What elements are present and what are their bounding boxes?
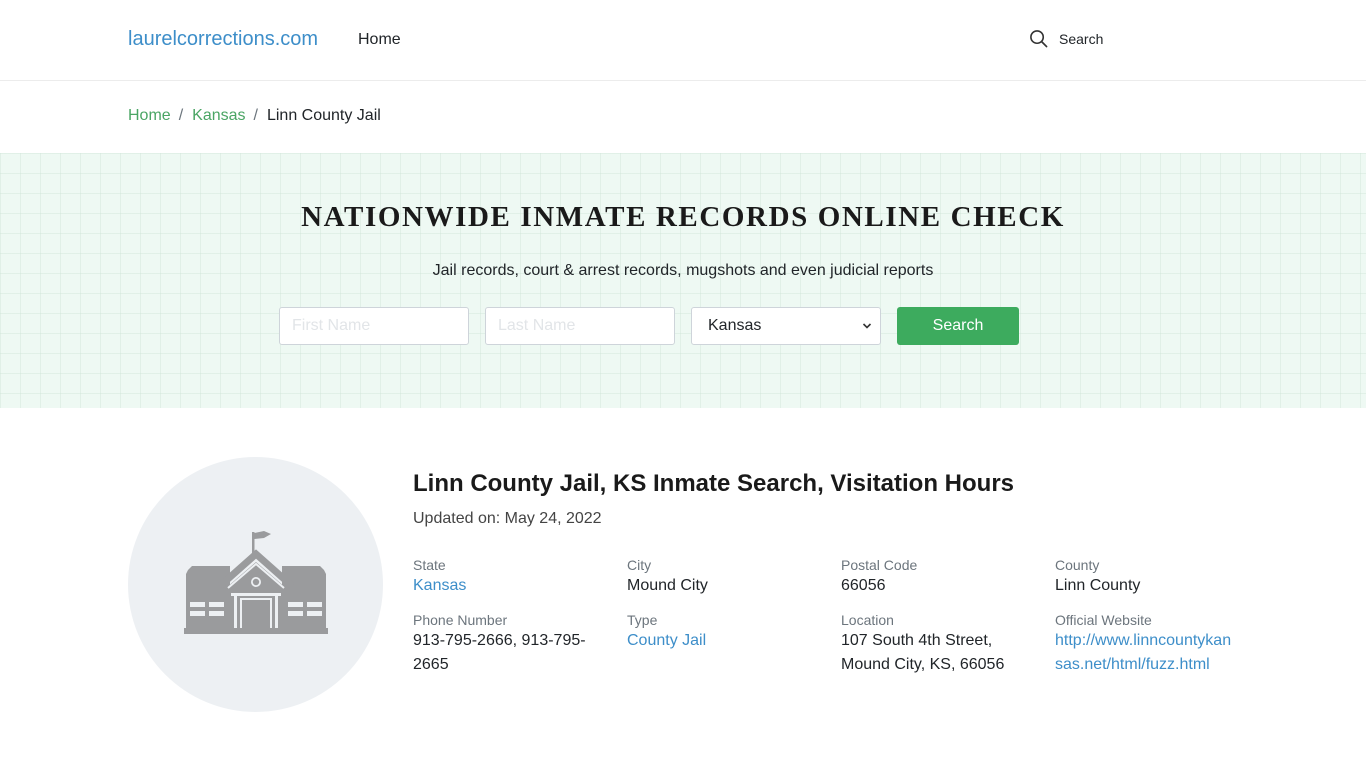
- nav-home-link[interactable]: Home: [358, 31, 401, 49]
- detail-city: City Mound City: [627, 557, 841, 598]
- school-building-icon: [183, 530, 328, 634]
- nav-search-button[interactable]: Search: [1029, 29, 1103, 48]
- detail-postal-code: Postal Code 66056: [841, 557, 1055, 598]
- detail-value: 913-795-2666, 913-795-2665: [413, 632, 586, 673]
- first-name-input[interactable]: [279, 307, 469, 345]
- search-icon: [1030, 30, 1048, 48]
- navbar: laurelcorrections.com Home Search: [0, 0, 1366, 81]
- facility-title: Linn County Jail, KS Inmate Search, Visi…: [413, 470, 1015, 497]
- detail-label: City: [627, 557, 652, 573]
- detail-value: Linn County: [1055, 577, 1141, 594]
- inmate-search-form: Kansas Search: [279, 307, 1019, 345]
- chevron-down-icon: [862, 323, 872, 329]
- detail-location: Location 107 South 4th Street, Mound Cit…: [841, 612, 1055, 677]
- detail-label: County: [1055, 557, 1100, 573]
- detail-label: Type: [627, 612, 658, 628]
- official-website-link[interactable]: http://www.linncountykansas.net/html/fuz…: [1055, 629, 1263, 677]
- breadcrumb-separator: /: [253, 107, 258, 124]
- state-link[interactable]: Kansas: [413, 574, 627, 598]
- search-button[interactable]: Search: [897, 307, 1019, 345]
- hero-subtitle: Jail records, court & arrest records, mu…: [432, 262, 934, 279]
- nav-search-label: Search: [1059, 30, 1104, 47]
- breadcrumb-current: Linn County Jail: [266, 107, 381, 124]
- detail-type: Type County Jail: [627, 612, 841, 677]
- detail-label: State: [413, 557, 446, 573]
- updated-date: Updated on: May 24, 2022: [413, 510, 602, 527]
- hero-search-section: NATIONWIDE INMATE RECORDS ONLINE CHECK J…: [0, 153, 1366, 408]
- detail-label: Postal Code: [841, 557, 918, 573]
- hero-title: NATIONWIDE INMATE RECORDS ONLINE CHECK: [301, 201, 1065, 233]
- site-logo-link[interactable]: laurelcorrections.com: [128, 28, 318, 51]
- state-select-value: Kansas: [708, 317, 762, 334]
- type-link[interactable]: County Jail: [627, 629, 841, 653]
- detail-state: State Kansas: [413, 557, 627, 598]
- detail-label: Phone Number: [413, 612, 508, 628]
- state-select[interactable]: Kansas: [691, 307, 881, 345]
- detail-phone: Phone Number 913-795-2666, 913-795-2665: [413, 612, 627, 677]
- detail-label: Official Website: [1055, 612, 1152, 628]
- detail-value: 107 South 4th Street, Mound City, KS, 66…: [841, 632, 1005, 673]
- facility-details: State Kansas City Mound City Postal Code…: [413, 557, 1263, 677]
- breadcrumb-home[interactable]: Home: [128, 107, 171, 125]
- detail-value: Mound City: [627, 577, 708, 594]
- breadcrumb: Home / Kansas / Linn County Jail: [128, 107, 381, 125]
- detail-label: Location: [841, 612, 894, 628]
- facility-image: [128, 457, 383, 712]
- detail-county: County Linn County: [1055, 557, 1263, 598]
- breadcrumb-kansas[interactable]: Kansas: [192, 107, 245, 125]
- breadcrumb-separator: /: [178, 107, 184, 124]
- detail-website: Official Website http://www.linncountyka…: [1055, 612, 1263, 677]
- last-name-input[interactable]: [485, 307, 675, 345]
- detail-value: 66056: [841, 577, 886, 594]
